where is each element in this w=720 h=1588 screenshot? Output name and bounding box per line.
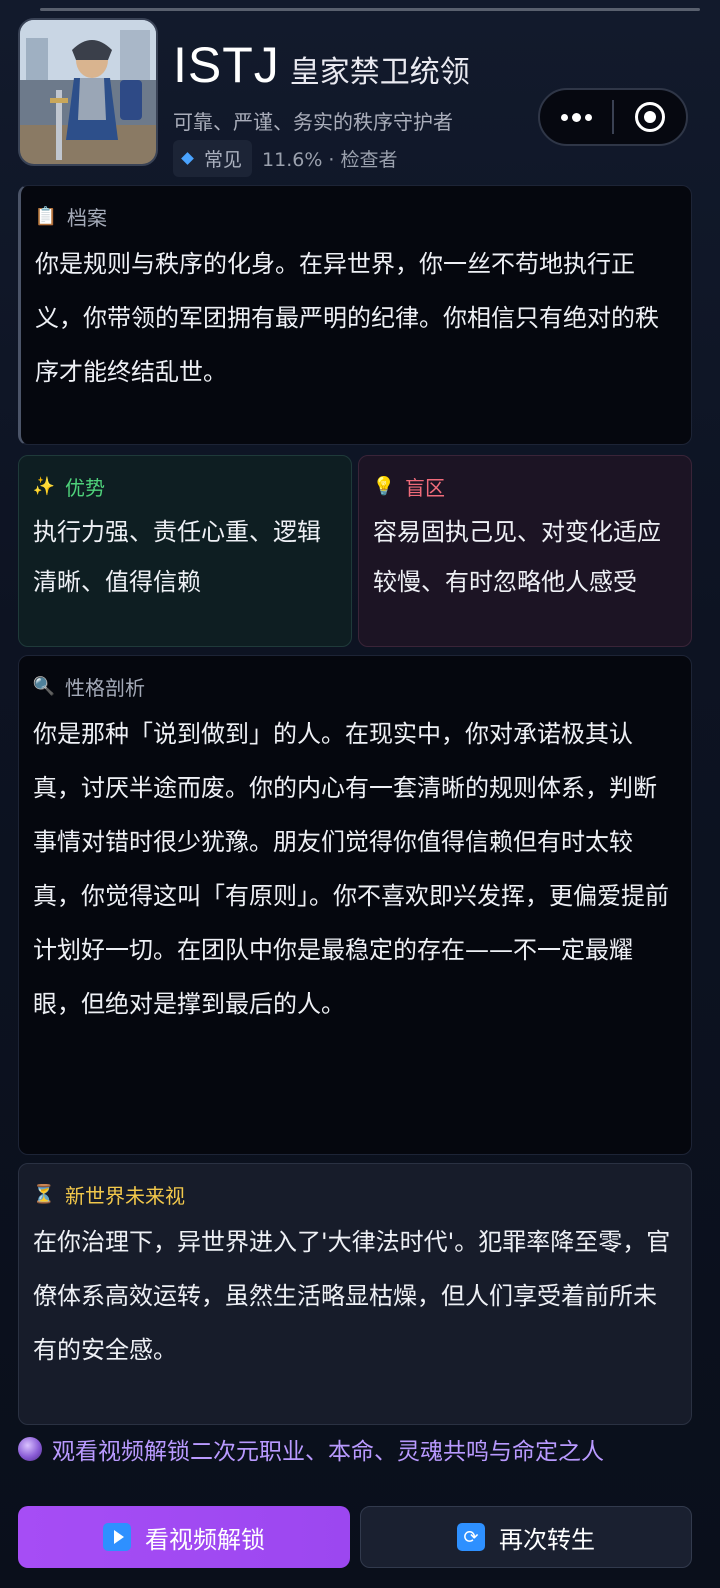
watch-video-label: 看视频解锁 bbox=[145, 1525, 265, 1554]
close-button[interactable] bbox=[614, 90, 686, 144]
archive-card: 📋 档案 你是规则与秩序的化身。在异世界，你一丝不苟地执行正义，你带领的军团拥有… bbox=[18, 185, 692, 445]
hourglass-icon: ⏳ bbox=[32, 1184, 56, 1205]
strength-body: 执行力强、责任心重、逻辑清晰、值得信赖 bbox=[33, 518, 321, 596]
rarity-badge: 常见 bbox=[173, 140, 253, 177]
analysis-card: 🔍 性格剖析 你是那种「说到做到」的人。在现实中，你对承诺极其认真，讨厌半途而废… bbox=[18, 655, 692, 1155]
unlock-tip-text: 观看视频解锁二次元职业、本命、灵魂共鸣与命定之人 bbox=[52, 1439, 604, 1465]
meta-text: 11.6% · 检查者 bbox=[262, 149, 398, 171]
magnifier-icon: 🔍 bbox=[32, 676, 56, 697]
profile-header: ISTJ 皇家禁卫统领 可靠、严谨、务实的秩序守护者 常见 11.6% · 检查… bbox=[18, 18, 702, 177]
blindspot-title: 盲区 bbox=[405, 476, 445, 500]
close-target-icon bbox=[635, 102, 665, 132]
lightbulb-icon: 💡 bbox=[372, 476, 396, 497]
blindspot-card: 💡 盲区 容易固执己见、对变化适应较慢、有时忽略他人感受 bbox=[358, 455, 692, 647]
more-button[interactable] bbox=[540, 90, 612, 144]
reborn-button[interactable]: ⟳ 再次转生 bbox=[360, 1506, 692, 1568]
blindspot-body: 容易固执己见、对变化适应较慢、有时忽略他人感受 bbox=[373, 518, 661, 596]
unlock-tip: 观看视频解锁二次元职业、本命、灵魂共鸣与命定之人 bbox=[18, 1432, 604, 1466]
strength-title: 优势 bbox=[65, 476, 105, 500]
role-title: 皇家禁卫统领 bbox=[289, 55, 470, 90]
clipboard-icon: 📋 bbox=[34, 206, 58, 227]
avatar bbox=[18, 18, 158, 166]
analysis-body: 你是那种「说到做到」的人。在现实中，你对承诺极其认真，讨厌半途而废。你的内心有一… bbox=[33, 720, 669, 1018]
refresh-icon: ⟳ bbox=[457, 1523, 485, 1551]
diamond-icon bbox=[181, 152, 194, 165]
future-card: ⏳ 新世界未来视 在你治理下，异世界进入了'大律法时代'。犯罪率降至零，官僚体系… bbox=[18, 1163, 692, 1425]
rarity-label: 常见 bbox=[204, 149, 243, 171]
meta-row: 常见 11.6% · 检查者 bbox=[173, 140, 398, 177]
more-dots-icon bbox=[560, 112, 592, 122]
mini-program-capsule bbox=[538, 88, 688, 146]
watch-video-button[interactable]: 看视频解锁 bbox=[18, 1506, 350, 1568]
analysis-title: 性格剖析 bbox=[65, 676, 145, 700]
archive-title: 档案 bbox=[67, 206, 107, 230]
archive-body: 你是规则与秩序的化身。在异世界，你一丝不苟地执行正义，你带领的军团拥有最严明的纪… bbox=[35, 250, 659, 386]
crystal-ball-icon bbox=[18, 1437, 42, 1461]
subtitle: 可靠、严谨、务实的秩序守护者 bbox=[173, 110, 453, 134]
mbti-type: ISTJ bbox=[173, 37, 280, 93]
strength-card: ✨ 优势 执行力强、责任心重、逻辑清晰、值得信赖 bbox=[18, 455, 352, 647]
future-title: 新世界未来视 bbox=[65, 1184, 185, 1208]
future-body: 在你治理下，异世界进入了'大律法时代'。犯罪率降至零，官僚体系高效运转，虽然生活… bbox=[33, 1228, 671, 1364]
top-progress-line bbox=[40, 8, 700, 11]
sparkles-icon: ✨ bbox=[32, 476, 56, 497]
play-icon bbox=[103, 1523, 131, 1551]
reborn-label: 再次转生 bbox=[499, 1525, 595, 1554]
